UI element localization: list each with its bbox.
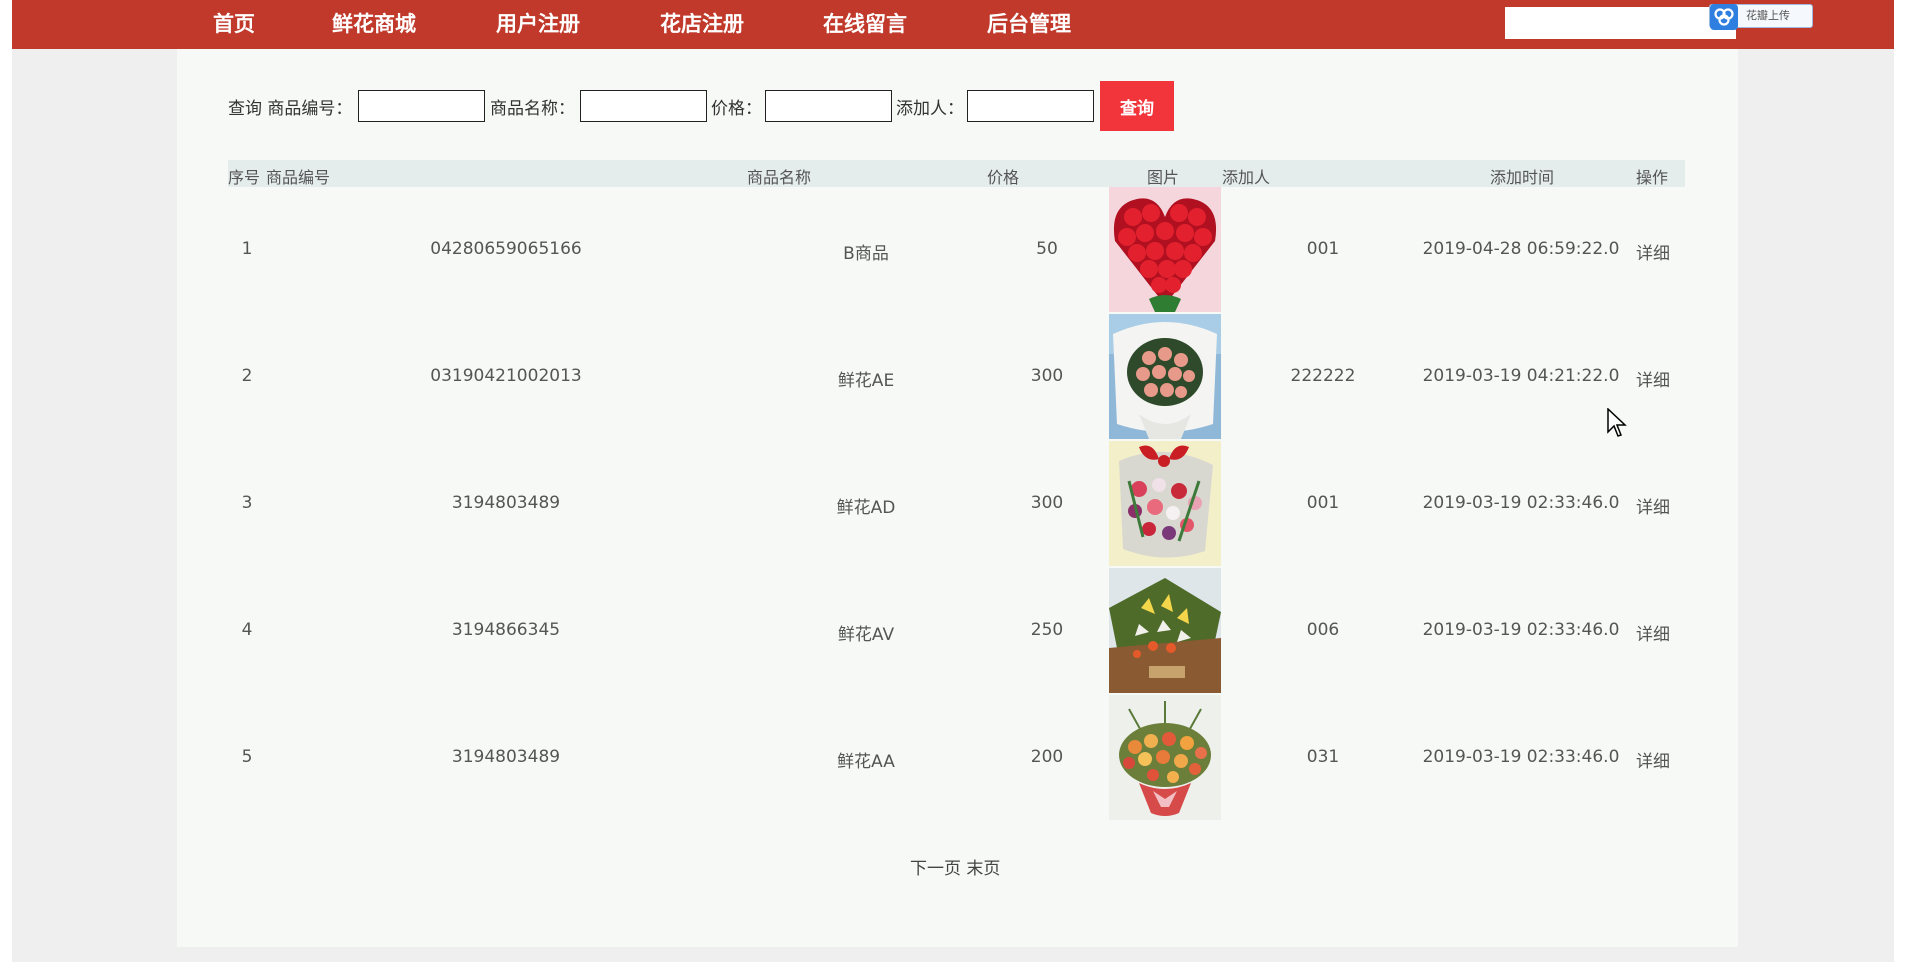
cell-time: 2019-03-19 04:21:22.0 — [1422, 366, 1620, 386]
cell-adder: 001 — [1306, 493, 1340, 513]
header-image: 图片 — [1147, 168, 1180, 187]
price-label: 价格： — [711, 99, 762, 119]
header-time: 添加时间 — [1490, 168, 1555, 187]
table-row: 3 3194803489 鲜花AD 300 001 2019-03-19 02:… — [228, 441, 1685, 568]
red-rose-heart-bouquet-image — [1109, 187, 1221, 312]
cell-index: 5 — [241, 747, 253, 767]
search-form: 查询 商品编号： 商品名称： 价格： 添加人： — [228, 80, 1228, 125]
cell-time: 2019-04-28 06:59:22.0 — [1422, 239, 1620, 259]
cell-name: 鲜花AV — [837, 625, 895, 645]
cell-code: 3194803489 — [451, 493, 561, 513]
header-name: 商品名称 — [747, 168, 812, 187]
cell-time: 2019-03-19 02:33:46.0 — [1422, 493, 1620, 513]
detail-link[interactable]: 详细 — [1636, 493, 1670, 518]
cell-time: 2019-03-19 02:33:46.0 — [1422, 620, 1620, 640]
header-index: 序号 — [228, 168, 261, 187]
nav-online-message[interactable]: 在线留言 — [823, 0, 907, 49]
adder-label: 添加人： — [896, 99, 964, 119]
cell-price: 200 — [1030, 747, 1064, 767]
pagination: 下一页 末页 — [910, 854, 1000, 879]
detail-link[interactable]: 详细 — [1636, 620, 1670, 645]
cell-time: 2019-03-19 02:33:46.0 — [1422, 747, 1620, 767]
cell-name: 鲜花AE — [837, 371, 895, 391]
cell-code: 04280659065166 — [430, 239, 582, 259]
table-header: 序号 商品编号 商品名称 价格 图片 添加人 添加时间 操作 — [228, 160, 1685, 187]
table-row: 4 3194866345 鲜花AV 250 006 2019-03-19 02:… — [228, 568, 1685, 695]
table-row: 2 03190421002013 鲜花AE 300 222222 2019-03… — [228, 314, 1685, 441]
detail-link[interactable]: 详细 — [1636, 239, 1670, 264]
mixed-bouquet-red-bow-image — [1109, 441, 1221, 566]
cell-adder: 222222 — [1290, 366, 1356, 386]
cell-index: 2 — [241, 366, 253, 386]
query-button[interactable]: 查询 — [1100, 81, 1174, 131]
cell-index: 1 — [241, 239, 253, 259]
cell-price: 250 — [1030, 620, 1064, 640]
table-row: 1 04280659065166 B商品 50 001 2019-04-28 0… — [228, 187, 1685, 314]
upload-label: 花瓣上传 — [1746, 9, 1790, 22]
cell-code: 3194866345 — [451, 620, 561, 640]
cell-adder: 031 — [1306, 747, 1340, 767]
product-name-input[interactable] — [580, 90, 707, 122]
cell-code: 03190421002013 — [430, 366, 582, 386]
nav-user-register[interactable]: 用户注册 — [496, 0, 580, 49]
cell-index: 3 — [241, 493, 253, 513]
app-window: 首页 鲜花商城 用户注册 花店注册 在线留言 后台管理 花瓣上传 查询 商品编号… — [0, 0, 1920, 962]
nav-flower-mall[interactable]: 鲜花商城 — [332, 0, 416, 49]
table-row: 5 3194803489 鲜花AA 200 031 2019-03-19 02:… — [228, 695, 1685, 822]
cell-index: 4 — [241, 620, 253, 640]
pink-rose-white-wrap-bouquet-image — [1109, 314, 1221, 439]
nav-shop-register[interactable]: 花店注册 — [660, 0, 744, 49]
cell-name: 鲜花AD — [836, 498, 896, 518]
upload-badge[interactable]: 花瓣上传 — [1709, 4, 1813, 30]
cell-name: 鲜花AA — [837, 752, 895, 772]
detail-link[interactable]: 详细 — [1636, 747, 1670, 772]
header-adder: 添加人 — [1222, 168, 1271, 187]
cloud-upload-icon — [1710, 4, 1738, 30]
cell-price: 300 — [1030, 493, 1064, 513]
product-code-input[interactable] — [358, 90, 485, 122]
cell-adder: 006 — [1306, 620, 1340, 640]
search-prefix: 查询 商品编号： — [228, 99, 353, 119]
cell-price: 300 — [1030, 366, 1064, 386]
mouse-pointer-icon — [1607, 408, 1627, 437]
cell-name: B商品 — [843, 244, 889, 264]
header-price: 价格 — [987, 168, 1020, 187]
orange-rose-bouquet-image — [1109, 695, 1221, 820]
cell-price: 50 — [1036, 239, 1058, 259]
cell-code: 3194803489 — [451, 747, 561, 767]
header-action: 操作 — [1636, 168, 1669, 187]
nav-home[interactable]: 首页 — [213, 0, 255, 49]
lily-bouquet-green-wrap-image — [1109, 568, 1221, 693]
price-input[interactable] — [765, 90, 892, 122]
adder-input[interactable] — [967, 90, 1094, 122]
top-search-input[interactable] — [1505, 7, 1736, 39]
detail-link[interactable]: 详细 — [1636, 366, 1670, 391]
product-name-label: 商品名称： — [490, 99, 575, 119]
nav-admin[interactable]: 后台管理 — [987, 0, 1071, 49]
last-page-link[interactable]: 末页 — [966, 859, 1000, 879]
cell-adder: 001 — [1306, 239, 1340, 259]
header-code: 商品编号 — [266, 168, 331, 187]
next-page-link[interactable]: 下一页 — [910, 859, 961, 879]
